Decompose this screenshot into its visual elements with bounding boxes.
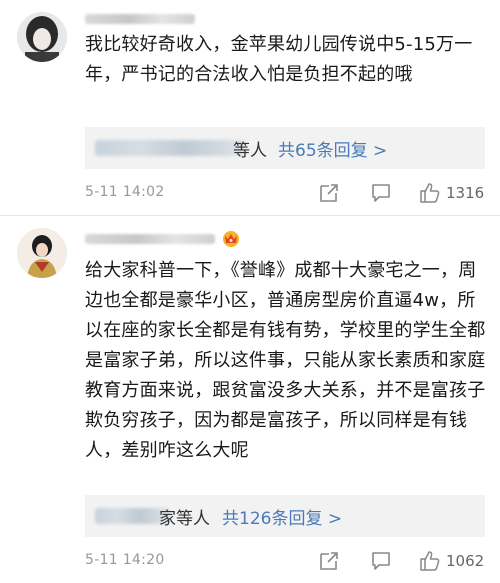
avatar[interactable]: [17, 228, 67, 278]
comment-item-2: 给大家科普一下，《誉峰》成都十大豪宅之一，周边也全都是豪华小区，普通房型房价直逼…: [0, 216, 500, 583]
comment-icon[interactable]: [370, 182, 392, 204]
view-replies-link[interactable]: 共65条回复 >: [278, 136, 387, 161]
comment-text: 给大家科普一下，《誉峰》成都十大豪宅之一，周边也全都是豪华小区，普通房型房价直逼…: [85, 260, 486, 461]
username-blurred[interactable]: [85, 234, 215, 244]
share-icon[interactable]: [318, 550, 340, 572]
share-icon[interactable]: [318, 182, 340, 204]
thumbs-up-icon[interactable]: [419, 182, 441, 204]
like-count: 1062: [446, 552, 485, 570]
reply-users-suffix: 等人: [233, 141, 267, 161]
crown-badge-icon: [223, 231, 239, 247]
reply-users-blurred: [95, 140, 245, 156]
view-replies-link[interactable]: 共126条回复 >: [222, 504, 342, 529]
avatar[interactable]: [17, 12, 67, 62]
reply-summary-box[interactable]: 等人 共65条回复 >: [85, 127, 485, 169]
thumbs-up-icon[interactable]: [419, 550, 441, 572]
comment-icon[interactable]: [370, 550, 392, 572]
username-blurred[interactable]: [85, 14, 195, 24]
avatar-image: [17, 228, 67, 278]
like-count: 1316: [446, 184, 485, 202]
comment-timestamp: 5-11 14:20: [85, 552, 165, 568]
comment-item-1: 我比较好奇收入，金苹果幼儿园传说中5-15万一年，严书记的合法收入怕是负担不起的…: [0, 0, 500, 215]
reply-users-suffix: 家等人: [159, 509, 210, 529]
comment-text: 我比较好奇收入，金苹果幼儿园传说中5-15万一年，严书记的合法收入怕是负担不起的…: [85, 34, 473, 85]
avatar-image: [17, 12, 67, 62]
reply-summary-box[interactable]: 家等人 共126条回复 >: [85, 495, 485, 537]
comment-timestamp: 5-11 14:02: [85, 184, 165, 200]
